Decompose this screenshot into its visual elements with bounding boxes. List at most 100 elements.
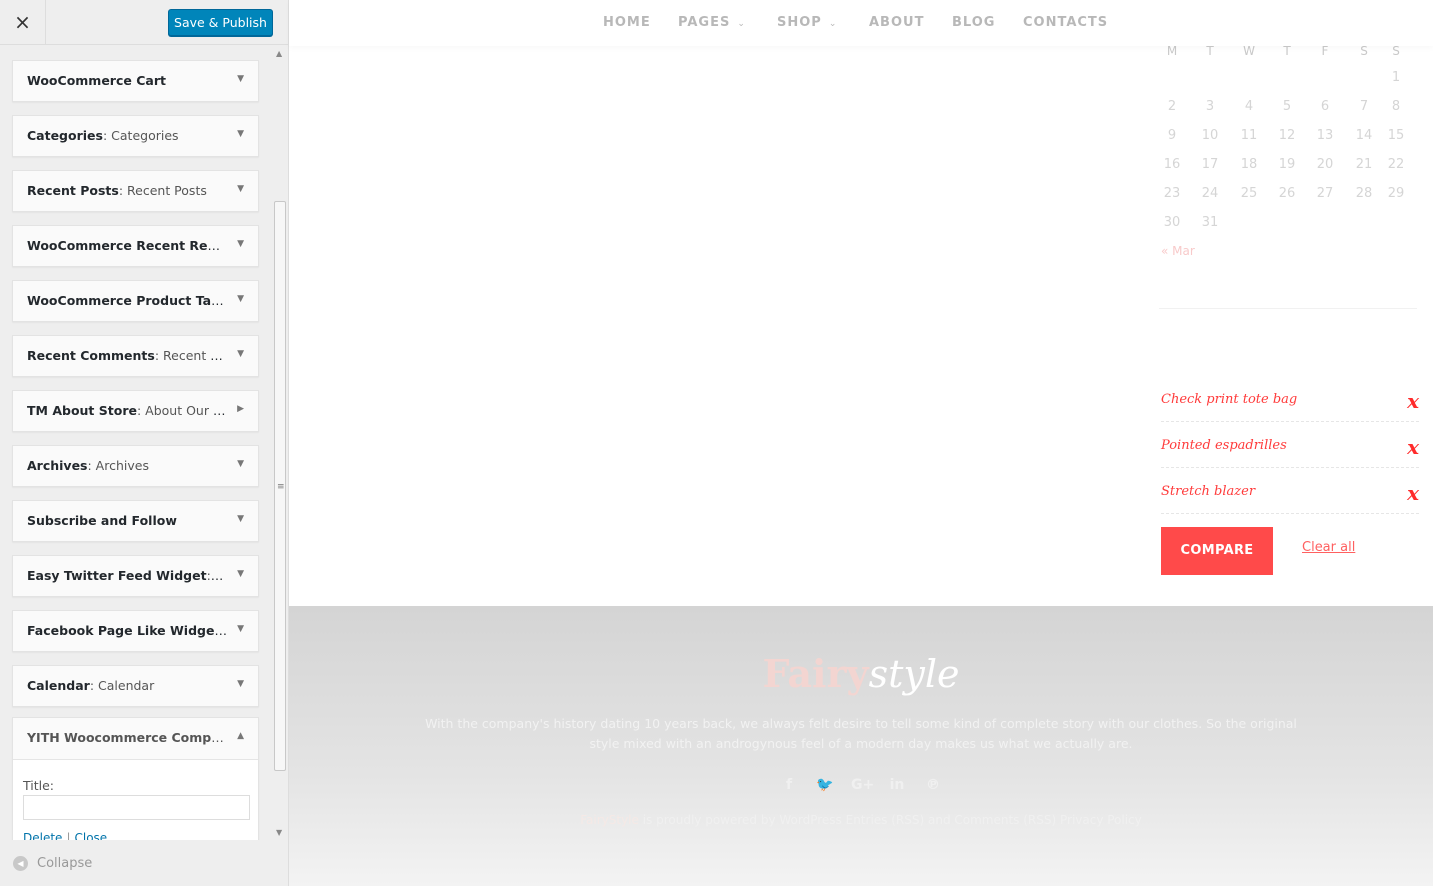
google-plus-icon[interactable]: G+ [851, 777, 874, 793]
calendar-day: 2 [1167, 99, 1177, 114]
separator: | [66, 831, 71, 840]
footer-description: With the company's history dating 10 yea… [425, 716, 1297, 751]
nav-shop[interactable]: SHOP ⌄ [777, 15, 837, 30]
delete-link[interactable]: Delete [23, 831, 62, 840]
widget-item[interactable]: Categories: Categories ▼ [12, 115, 259, 157]
twitter-icon[interactable]: 🐦 [815, 777, 835, 793]
compare-item-link[interactable]: Check print tote bag [1161, 392, 1297, 407]
widget-item[interactable]: WooCommerce Product Tags:... ▼ [12, 280, 259, 322]
widget-item[interactable]: Subscribe and Follow ▼ [12, 500, 259, 542]
widget-title: Recent Posts: Recent Posts [27, 183, 227, 198]
calendar-day: 16 [1163, 157, 1181, 172]
widget-item[interactable]: WooCommerce Recent Revie... ▼ [12, 225, 259, 267]
widget-item[interactable]: Calendar: Calendar ▼ [12, 665, 259, 707]
caret-down-icon[interactable]: ▼ [237, 129, 244, 139]
scroll-up-icon[interactable]: ▲ [276, 49, 282, 58]
close-link[interactable]: Close [74, 831, 107, 840]
widget-instance-title: : Recent Co... [154, 348, 227, 363]
widget-item[interactable]: WooCommerce Cart ▼ [12, 60, 259, 102]
caret-down-icon[interactable]: ▼ [237, 459, 244, 469]
calendar-day: 3 [1205, 99, 1215, 114]
widget-header[interactable]: YITH Woocommerce Compar... ▲ [13, 718, 258, 760]
compare-item-link[interactable]: Pointed espadrilles [1161, 438, 1287, 453]
widget-name: Subscribe and Follow [27, 513, 177, 528]
calendar-day: 12 [1278, 128, 1296, 143]
footer-logo[interactable]: Fairystyle [289, 651, 1433, 696]
widget-name: TM About Store [27, 403, 137, 418]
sidebar-scrollbar[interactable]: ▲ ≡ ▼ [272, 46, 288, 840]
close-customizer-button[interactable]: × [0, 0, 46, 45]
pinterest-icon[interactable]: ℗ [923, 777, 943, 793]
calendar-prev-month-link[interactable]: « Mar [1161, 244, 1195, 258]
calendar-day: 25 [1240, 186, 1258, 201]
caret-down-icon[interactable]: ▼ [237, 569, 244, 579]
caret-down-icon[interactable]: ▼ [237, 679, 244, 689]
widget-title: Facebook Page Like Widget: F... [27, 623, 227, 638]
nav-pages[interactable]: PAGES ⌄ [678, 15, 746, 30]
collapse-button[interactable]: ◀ Collapse [13, 856, 92, 871]
site-preview: HOME PAGES ⌄ SHOP ⌄ ABOUT BLOG CONTACTS M T… [289, 0, 1433, 886]
calendar-day: 31 [1201, 215, 1219, 230]
clear-all-link[interactable]: Clear all [1302, 540, 1355, 555]
calendar-day: 13 [1316, 128, 1334, 143]
widget-instance-title: : Recent Posts [118, 183, 207, 198]
calendar-day: 9 [1167, 128, 1177, 143]
social-links: f 🐦 G+ in ℗ [289, 774, 1433, 793]
calendar-weekday: S [1360, 44, 1368, 58]
caret-right-icon[interactable]: ▶ [237, 404, 244, 414]
divider [1159, 308, 1417, 309]
caret-down-icon[interactable]: ▼ [237, 514, 244, 524]
title-field-label: Title: [23, 778, 54, 793]
remove-icon[interactable]: x [1407, 437, 1419, 457]
caret-down-icon[interactable]: ▼ [237, 239, 244, 249]
customizer-sidebar: × Save & Publish WooCommerce Cart ▼ Catego… [0, 0, 289, 886]
facebook-icon[interactable]: f [779, 777, 799, 793]
caret-up-icon[interactable]: ▲ [237, 731, 244, 741]
save-publish-button[interactable]: Save & Publish [168, 9, 273, 36]
scrollbar-thumb[interactable]: ≡ [274, 201, 286, 771]
calendar-day: 29 [1387, 186, 1405, 201]
scroll-down-icon[interactable]: ▼ [276, 828, 282, 837]
widget-item[interactable]: Facebook Page Like Widget: F... ▼ [12, 610, 259, 652]
credits-brand-link[interactable]: FairyStyle [580, 813, 639, 827]
collapse-label: Collapse [37, 856, 93, 871]
calendar-day: 1 [1391, 70, 1401, 85]
collapse-arrow-icon: ◀ [13, 856, 28, 871]
title-field[interactable] [23, 795, 250, 820]
caret-down-icon[interactable]: ▼ [237, 184, 244, 194]
nav-home[interactable]: HOME [603, 15, 651, 30]
widget-title: WooCommerce Cart [27, 73, 227, 88]
calendar-day: 18 [1240, 157, 1258, 172]
widget-item[interactable]: Recent Posts: Recent Posts ▼ [12, 170, 259, 212]
compare-button[interactable]: COMPARE [1161, 527, 1273, 575]
caret-down-icon[interactable]: ▼ [237, 294, 244, 304]
widget-item[interactable]: Easy Twitter Feed Widget: Twi... ▼ [12, 555, 259, 597]
widget-item[interactable]: Archives: Archives ▼ [12, 445, 259, 487]
compare-item-link[interactable]: Stretch blazer [1161, 484, 1255, 499]
caret-down-icon[interactable]: ▼ [237, 74, 244, 84]
nav-contacts[interactable]: CONTACTS [1023, 15, 1108, 30]
calendar-weekday: W [1243, 44, 1255, 58]
calendar-day: 4 [1244, 99, 1254, 114]
nav-about[interactable]: ABOUT [869, 15, 924, 30]
widget-title: Categories: Categories [27, 128, 227, 143]
widget-title: Recent Comments: Recent Co... [27, 348, 227, 363]
widget-item[interactable]: TM About Store: About Our St... ▶ [12, 390, 259, 432]
widget-item[interactable]: Recent Comments: Recent Co... ▼ [12, 335, 259, 377]
widget-name: WooCommerce Cart [27, 73, 166, 88]
widget-actions: Delete | Close [23, 831, 107, 840]
credits-text: is proudly powered by WordPress Entries … [638, 813, 1142, 827]
widget-title: WooCommerce Recent Revie... [27, 238, 227, 253]
widget-title: Archives: Archives [27, 458, 227, 473]
calendar-day: 28 [1355, 186, 1373, 201]
caret-down-icon[interactable]: ▼ [237, 624, 244, 634]
widget-title: WooCommerce Product Tags:... [27, 293, 227, 308]
nav-blog[interactable]: BLOG [952, 15, 995, 30]
remove-icon[interactable]: x [1407, 391, 1419, 411]
linkedin-icon[interactable]: in [887, 777, 907, 793]
chevron-down-icon: ⌄ [737, 19, 746, 29]
widget-instance-title: : Twi... [206, 568, 227, 583]
caret-down-icon[interactable]: ▼ [237, 349, 244, 359]
remove-icon[interactable]: x [1407, 483, 1419, 503]
calendar-weekday: F [1321, 44, 1329, 58]
